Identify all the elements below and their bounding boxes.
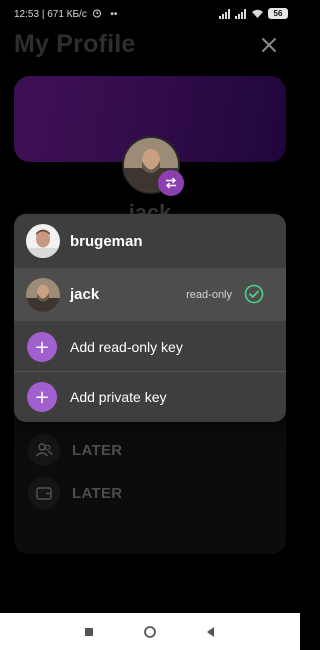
account-name: jack (70, 286, 100, 303)
status-dots: •• (110, 9, 118, 20)
avatar (26, 278, 60, 312)
switch-account-button[interactable] (158, 170, 184, 196)
plus-icon: + (27, 382, 57, 412)
recents-icon[interactable] (82, 625, 96, 639)
status-right: 56 (219, 8, 288, 19)
back-icon[interactable] (204, 625, 218, 639)
avatar (26, 224, 60, 258)
close-icon[interactable] (260, 36, 278, 54)
read-only-badge: read-only (186, 289, 232, 301)
account-name: brugeman (70, 233, 143, 250)
header: My Profile (14, 28, 286, 64)
swap-icon (166, 177, 176, 189)
later-label-2: LATER (72, 484, 123, 502)
plus-icon: + (27, 332, 57, 362)
status-time: 12:53 (14, 9, 40, 20)
add-read-only-key-label: Add read-only key (70, 339, 183, 355)
status-left: 12:53 | 671 КБ/с •• (14, 9, 118, 20)
account-row-brugeman[interactable]: brugeman (14, 214, 286, 268)
status-speed: 671 КБ/с (47, 9, 87, 20)
wifi-icon (252, 9, 263, 18)
account-row-jack[interactable]: jack read-only (14, 268, 286, 321)
add-private-key-button[interactable]: + Add private key (14, 372, 286, 422)
alarm-icon (92, 9, 101, 18)
people-icon (28, 434, 60, 466)
account-switcher-menu: brugeman jack read-only + Add read-only … (14, 214, 286, 422)
check-circle-icon (244, 284, 264, 304)
add-private-key-label: Add private key (70, 389, 167, 405)
page-title: My Profile (14, 30, 136, 58)
later-label-1: LATER (72, 441, 123, 459)
signal-icon (219, 8, 230, 19)
home-icon[interactable] (143, 625, 157, 639)
add-read-only-key-button[interactable]: + Add read-only key (14, 322, 286, 371)
signal-icon-2 (235, 8, 246, 19)
later-item-1[interactable]: LATER (28, 434, 122, 466)
status-bar: 12:53 | 671 КБ/с •• 56 (0, 0, 300, 28)
battery-indicator: 56 (268, 8, 288, 19)
system-nav-bar (0, 613, 300, 650)
wallet-icon (28, 477, 60, 509)
later-item-2[interactable]: LATER (28, 477, 122, 509)
